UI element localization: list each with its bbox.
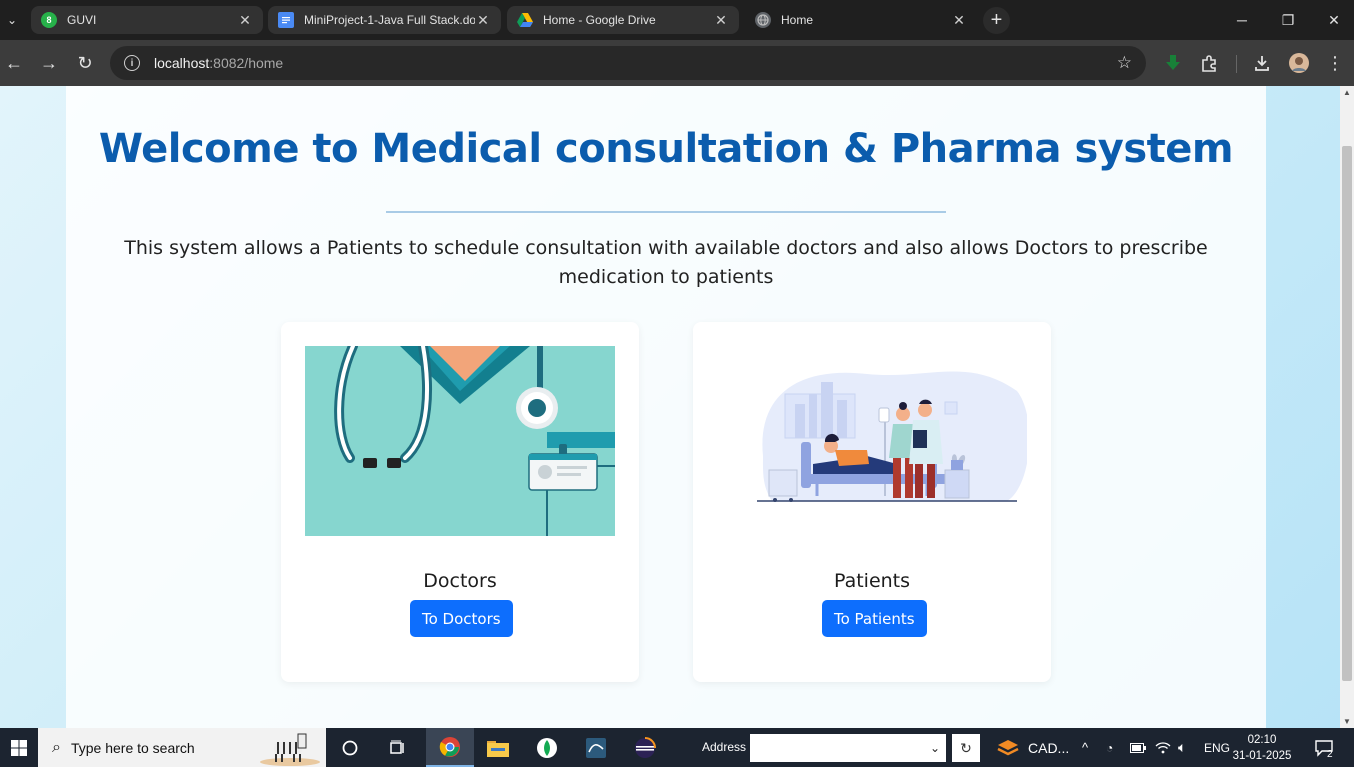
- cad-app-label[interactable]: CAD...: [1028, 728, 1069, 767]
- address-toolbar-input[interactable]: ⌄: [750, 734, 946, 762]
- patient-illustration: [717, 346, 1027, 536]
- tab-title: MiniProject-1-Java Full Stack.do: [304, 13, 475, 27]
- page-viewport: Welcome to Medical consultation & Pharma…: [0, 86, 1340, 728]
- doctor-illustration: [305, 346, 615, 536]
- tab-guvi[interactable]: 8 GUVI ✕: [31, 6, 263, 34]
- cad-app-icon[interactable]: [996, 728, 1020, 767]
- clock-time: 02:10: [1247, 734, 1277, 746]
- clock-date: 31-01-2025: [1232, 750, 1292, 762]
- back-icon[interactable]: ←: [2, 51, 26, 75]
- file-explorer-icon[interactable]: [474, 728, 522, 767]
- taskbar-search-placeholder: Type here to search: [70, 739, 195, 756]
- tab-home[interactable]: Home ✕: [745, 6, 977, 34]
- windows-taskbar: ⌕ Type here to search Address ⌄ ↻ CAD...…: [0, 728, 1354, 767]
- wifi-icon[interactable]: [1155, 728, 1171, 767]
- close-window-icon[interactable]: ✕: [1311, 8, 1354, 32]
- downloads-icon[interactable]: [1250, 51, 1274, 75]
- address-go-refresh-icon[interactable]: ↻: [952, 734, 980, 762]
- scroll-up-icon[interactable]: ▲: [1343, 88, 1351, 97]
- browser-toolbar: ← → ↻ i localhost:8082/home ☆ ⋮: [0, 40, 1354, 86]
- address-dropdown-chevron-icon[interactable]: ⌄: [930, 741, 940, 755]
- to-doctors-button[interactable]: To Doctors: [410, 600, 513, 637]
- battery-icon[interactable]: [1130, 728, 1146, 767]
- tab-close-icon[interactable]: ✕: [713, 12, 729, 29]
- more-menu-icon[interactable]: ⋮: [1323, 51, 1347, 75]
- language-indicator[interactable]: ENG: [1204, 728, 1230, 767]
- minimize-icon[interactable]: ─: [1219, 8, 1265, 32]
- forward-icon[interactable]: →: [37, 51, 61, 75]
- notification-center-icon[interactable]: 2: [1314, 728, 1336, 767]
- profile-avatar[interactable]: [1287, 51, 1311, 75]
- extensions-puzzle-icon[interactable]: [1197, 51, 1221, 75]
- tab-title: Home - Google Drive: [543, 13, 656, 27]
- doctors-card: Doctors To Doctors: [281, 322, 639, 682]
- address-bar[interactable]: i localhost:8082/home ☆: [110, 46, 1146, 80]
- address-toolbar-label: Address: [702, 740, 747, 754]
- task-view-icon[interactable]: [374, 728, 422, 767]
- tab-close-icon[interactable]: ✕: [237, 12, 253, 29]
- meet-now-icon[interactable]: ◔: [1106, 728, 1113, 767]
- chrome-taskbar-icon[interactable]: [426, 728, 474, 767]
- url-host: localhost: [154, 55, 210, 71]
- tab-miniproject-doc[interactable]: MiniProject-1-Java Full Stack.do ✕: [268, 6, 501, 34]
- mysql-workbench-icon[interactable]: [572, 728, 620, 767]
- tab-close-icon[interactable]: ✕: [475, 12, 491, 29]
- tab-title: Home: [781, 13, 814, 27]
- show-hidden-icons-chevron-icon[interactable]: ^: [1082, 728, 1088, 767]
- taskbar-clock[interactable]: 02:10 31-01-2025: [1232, 732, 1292, 764]
- cortana-icon[interactable]: [326, 728, 374, 767]
- to-patients-button[interactable]: To Patients: [822, 600, 927, 637]
- search-icon: ⌕: [52, 738, 61, 756]
- tab-google-drive[interactable]: Home - Google Drive ✕: [507, 6, 739, 34]
- bookmark-star-icon[interactable]: ☆: [1117, 53, 1132, 73]
- patients-card-title: Patients: [833, 570, 911, 592]
- google-docs-icon: [278, 12, 294, 28]
- page-title: Welcome to Medical consultation & Pharma…: [98, 126, 1234, 172]
- tab-title: GUVI: [67, 13, 97, 27]
- tab-search-chevron-icon[interactable]: ⌄: [0, 8, 24, 32]
- eclipse-ide-icon[interactable]: [621, 728, 669, 767]
- reload-icon[interactable]: ↻: [73, 51, 97, 75]
- browser-tab-strip: ⌄ 8 GUVI ✕ MiniProject-1-Java Full Stack…: [0, 0, 1354, 40]
- scrollbar-thumb[interactable]: [1342, 146, 1352, 681]
- zebra-search-highlight-icon: [256, 730, 322, 767]
- doctors-card-title: Doctors: [423, 570, 497, 592]
- mongodb-compass-icon[interactable]: [523, 728, 571, 767]
- tab-close-icon[interactable]: ✕: [951, 12, 967, 29]
- site-info-icon[interactable]: i: [124, 55, 140, 71]
- globe-icon: [755, 12, 771, 28]
- download-arrow-extension-icon[interactable]: [1161, 51, 1185, 75]
- url-path: :8082/home: [209, 55, 284, 71]
- volume-icon[interactable]: 🔈︎: [1178, 728, 1186, 767]
- restore-icon[interactable]: ❐: [1265, 8, 1311, 32]
- heading-divider: [386, 211, 946, 213]
- page-scrollbar[interactable]: ▲ ▼: [1340, 86, 1354, 728]
- toolbar-divider: [1236, 55, 1237, 73]
- patients-card: Patients To Patients: [693, 322, 1051, 682]
- main-container: Welcome to Medical consultation & Pharma…: [66, 86, 1266, 728]
- taskbar-search-box[interactable]: ⌕ Type here to search: [38, 728, 326, 767]
- new-tab-button[interactable]: +: [983, 7, 1010, 34]
- guvi-icon: 8: [41, 12, 57, 28]
- google-drive-icon: [517, 12, 533, 28]
- windows-start-icon[interactable]: [0, 728, 38, 767]
- scroll-down-icon[interactable]: ▼: [1343, 717, 1351, 726]
- page-description: This system allows a Patients to schedul…: [124, 237, 1208, 288]
- notification-count-badge: 2: [1327, 749, 1333, 760]
